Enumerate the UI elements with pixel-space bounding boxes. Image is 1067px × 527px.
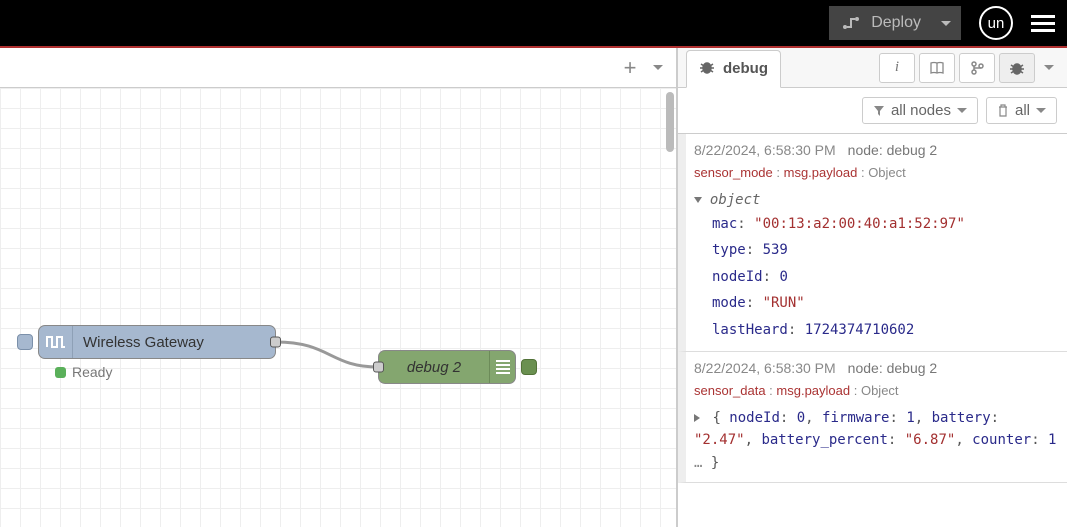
- branch-icon: [970, 61, 984, 75]
- sidebar-tabs: debug i: [678, 48, 1067, 88]
- debug-message: 8/22/2024, 6:58:30 PM node: debug 2 sens…: [678, 134, 1067, 352]
- canvas-wrap: + Wireless Gateway Ready debug 2: [0, 48, 677, 527]
- flow-canvas[interactable]: Wireless Gateway Ready debug 2: [0, 88, 676, 527]
- node-label: debug 2: [379, 359, 489, 376]
- msg-source: sensor_mode : msg.payload : Object: [694, 163, 1057, 183]
- node-debug[interactable]: debug 2: [378, 350, 516, 384]
- tab-debug-icon[interactable]: [999, 53, 1035, 83]
- main-area: + Wireless Gateway Ready debug 2: [0, 48, 1067, 527]
- msg-source: sensor_data : msg.payload : Object: [694, 381, 1057, 401]
- tab-config[interactable]: [959, 53, 995, 83]
- msg-timestamp: 8/22/2024, 6:58:30 PM: [694, 358, 836, 379]
- status-text: Ready: [72, 364, 112, 380]
- caret-down-icon: [941, 21, 951, 26]
- msg-node[interactable]: node: debug 2: [848, 140, 938, 161]
- add-tab-button[interactable]: +: [616, 54, 644, 82]
- msg-header: 8/22/2024, 6:58:30 PM node: debug 2: [694, 358, 1057, 379]
- debug-node-icon: [489, 351, 515, 383]
- msg-node[interactable]: node: debug 2: [848, 358, 938, 379]
- tab-caret[interactable]: [1039, 53, 1059, 83]
- tab-help[interactable]: [919, 53, 955, 83]
- app-header: Deploy un: [0, 0, 1067, 48]
- tab-info[interactable]: i: [879, 53, 915, 83]
- node-label: Wireless Gateway: [73, 334, 275, 351]
- debug-message: 8/22/2024, 6:58:30 PM node: debug 2 sens…: [678, 352, 1067, 483]
- object-body: mac: "00:13:a2:00:40:a1:52:97" type: 539…: [694, 211, 1057, 344]
- user-text: un: [988, 15, 1005, 32]
- canvas-toolbar: +: [0, 48, 676, 88]
- debug-filterbar: all nodes all: [678, 88, 1067, 134]
- status-dot-icon: [55, 367, 66, 378]
- tab-debug[interactable]: debug: [686, 50, 781, 88]
- tab-menu-caret[interactable]: [650, 54, 666, 82]
- clear-label: all: [1015, 102, 1030, 119]
- user-avatar[interactable]: un: [979, 6, 1013, 40]
- debug-toggle[interactable]: [521, 359, 537, 375]
- bug-icon: [1009, 61, 1025, 75]
- book-icon: [929, 61, 945, 75]
- debug-content: 8/22/2024, 6:58:30 PM node: debug 2 sens…: [678, 134, 1067, 527]
- bug-icon: [699, 60, 715, 78]
- msg-header: 8/22/2024, 6:58:30 PM node: debug 2: [694, 140, 1057, 161]
- input-port[interactable]: [373, 362, 384, 373]
- expand-toggle-icon[interactable]: [694, 197, 702, 203]
- gateway-icon: [39, 326, 73, 358]
- sidebar: debug i all node: [677, 48, 1067, 527]
- deploy-icon: [841, 15, 861, 31]
- node-status: Ready: [55, 364, 112, 380]
- tab-label: debug: [723, 60, 768, 77]
- wire: [0, 88, 660, 527]
- object-header[interactable]: object: [694, 189, 1057, 211]
- object-label: object: [710, 192, 761, 208]
- filter-label: all nodes: [891, 102, 951, 119]
- expand-toggle-icon[interactable]: [694, 414, 700, 422]
- clear-button[interactable]: all: [986, 97, 1057, 124]
- canvas-scrollbar[interactable]: [664, 88, 676, 527]
- filter-icon: [873, 105, 885, 117]
- deploy-main[interactable]: Deploy: [829, 6, 935, 40]
- object-inline[interactable]: { nodeId: 0, firmware: 1, battery: "2.47…: [694, 407, 1057, 474]
- filter-button[interactable]: all nodes: [862, 97, 978, 124]
- scroll-thumb[interactable]: [666, 92, 674, 152]
- deploy-button[interactable]: Deploy: [829, 6, 961, 40]
- caret-down-icon: [957, 108, 967, 113]
- msg-timestamp: 8/22/2024, 6:58:30 PM: [694, 140, 836, 161]
- hamburger-menu[interactable]: [1031, 11, 1055, 36]
- deploy-caret[interactable]: [935, 6, 961, 40]
- node-wireless-gateway[interactable]: Wireless Gateway: [38, 325, 276, 359]
- deploy-label: Deploy: [871, 14, 921, 32]
- caret-down-icon: [1036, 108, 1046, 113]
- node-handle[interactable]: [17, 334, 33, 350]
- trash-icon: [997, 104, 1009, 117]
- output-port[interactable]: [270, 337, 281, 348]
